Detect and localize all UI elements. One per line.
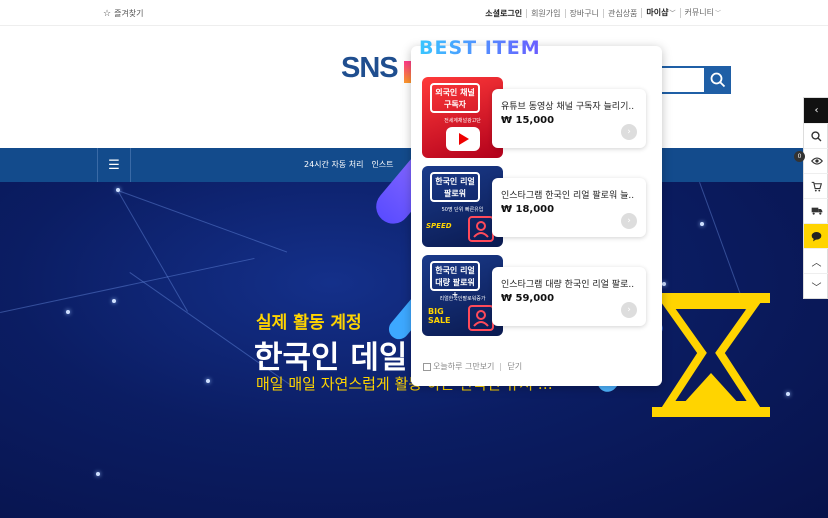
community-link[interactable]: 커뮤니티﹀	[679, 8, 725, 18]
hero-title: 한국인 데일	[254, 340, 408, 376]
bookmark-label: 즐겨찾기	[114, 9, 144, 18]
community-label: 커뮤니티	[684, 8, 714, 17]
star-dot	[206, 379, 210, 383]
recent-count-badge: 0	[794, 151, 805, 162]
quickbar-scroll-bottom[interactable]: ﹀	[804, 273, 828, 298]
hide-today-label[interactable]: 오늘하루 그만보기	[433, 361, 494, 372]
quickbar-recent[interactable]: 0	[794, 148, 828, 173]
cart-icon	[811, 181, 822, 192]
product-price: ₩ 18,000	[501, 204, 555, 215]
top-utility-bar: ☆ 즐겨찾기 소셜로그인 회원가입 장바구니 관심상품 마이샵﹀ 커뮤니티﹀	[0, 0, 828, 26]
network-line	[0, 257, 255, 313]
speed-badge: SPEED	[426, 222, 452, 230]
product-name[interactable]: 인스타그램 대량 한국인 리얼 팔로..	[501, 277, 634, 290]
product-name[interactable]: 유튜브 동영상 채널 구독자 늘리기..	[501, 99, 634, 112]
quickbar-chat[interactable]	[804, 223, 828, 248]
nav-link-insta[interactable]: 인스트	[371, 159, 393, 170]
quickbar-scroll-top[interactable]: ︿	[804, 248, 828, 273]
product-price: ₩ 15,000	[501, 115, 555, 126]
social-login-link[interactable]: 소셜로그인	[481, 9, 526, 18]
chevron-down-icon: ﹀	[714, 10, 721, 17]
product-thumbnail[interactable]: 한국인 리얼 대량 팔로워+ 리얼한국인팔로워증가 BIG SALE	[422, 255, 503, 336]
thumb-title: 한국인 리얼 대량 팔로워+	[430, 261, 480, 299]
quickbar-delivery[interactable]	[804, 198, 828, 223]
star-dot	[66, 310, 70, 314]
close-button[interactable]: 닫기	[507, 361, 522, 372]
chevron-left-icon: ‹	[814, 105, 819, 116]
network-line	[117, 190, 188, 312]
chevron-up-icon: ︿	[811, 257, 822, 269]
chevron-right-icon[interactable]: ›	[621, 213, 637, 229]
thumb-subtitle: 리얼한국인팔로워증가	[439, 296, 486, 302]
category-menu-button[interactable]: ☰	[97, 148, 131, 182]
star-dot	[112, 299, 116, 303]
product-name[interactable]: 인스타그램 한국인 리얼 팔로워 늘..	[501, 188, 634, 201]
quickbar-search[interactable]	[804, 123, 828, 148]
product-thumbnail[interactable]: 외국인 채널 구독자 전세계채널광고단	[422, 77, 503, 158]
network-line	[117, 190, 288, 253]
site-logo[interactable]: SNS	[341, 52, 399, 85]
hero-subtitle: 실제 활동 계정	[256, 313, 362, 333]
hourglass-icon	[652, 293, 770, 417]
product-price: ₩ 59,000	[501, 293, 555, 304]
profile-icon	[468, 216, 494, 242]
popup-footer: 오늘하루 그만보기 닫기	[423, 361, 522, 372]
thumb-title: 한국인 리얼 팔로워	[430, 172, 480, 202]
star-dot	[700, 222, 704, 226]
wishlist-link[interactable]: 관심상품	[602, 8, 641, 18]
hide-today-checkbox[interactable]	[423, 362, 431, 371]
quickbar-toggle[interactable]: ‹	[804, 98, 828, 123]
big-sale-badge: BIG SALE	[428, 307, 451, 325]
nav-link-auto[interactable]: 24시간 자동 처리	[304, 159, 363, 170]
cart-link[interactable]: 장바구니	[564, 8, 603, 18]
thumb-subtitle: 50명 단위 빠른유입	[441, 207, 484, 213]
star-icon: ☆	[103, 8, 112, 19]
search-icon	[811, 130, 822, 141]
join-link[interactable]: 회원가입	[526, 8, 564, 18]
thumb-title: 외국인 채널 구독자	[430, 83, 480, 113]
chevron-down-icon: ﹀	[669, 10, 676, 17]
chevron-right-icon[interactable]: ›	[621, 124, 637, 140]
quick-sidebar: ‹ 0 ︿ ﹀	[794, 97, 828, 299]
star-dot	[662, 282, 666, 286]
product-info-card[interactable]: 인스타그램 한국인 리얼 팔로워 늘.. ₩ 18,000 ›	[492, 178, 646, 237]
product-info-card[interactable]: 인스타그램 대량 한국인 리얼 팔로.. ₩ 59,000 ›	[492, 267, 646, 326]
chevron-right-icon[interactable]: ›	[621, 302, 637, 318]
best-item-card[interactable]: 한국인 리얼 대량 팔로워+ 리얼한국인팔로워증가 BIG SALE 인스타그램 …	[422, 255, 646, 337]
myshop-link[interactable]: 마이샵﹀	[641, 8, 679, 18]
divider	[500, 362, 502, 371]
product-info-card[interactable]: 유튜브 동영상 채널 구독자 늘리기.. ₩ 15,000 ›	[492, 89, 646, 148]
eye-icon	[810, 157, 823, 165]
nav-links: 24시간 자동 처리 인스트	[304, 159, 394, 170]
search-icon	[710, 72, 725, 88]
star-dot	[786, 392, 790, 396]
bookmark-link[interactable]: ☆ 즐겨찾기	[103, 8, 144, 19]
thumb-subtitle: 전세계채널광고단	[444, 118, 481, 124]
myshop-label: 마이샵	[646, 8, 669, 17]
chevron-down-icon: ﹀	[811, 282, 822, 294]
search-button[interactable]	[704, 66, 731, 94]
truck-icon	[811, 207, 822, 215]
profile-icon	[468, 305, 494, 331]
best-item-card[interactable]: 외국인 채널 구독자 전세계채널광고단 유튜브 동영상 채널 구독자 늘리기..…	[422, 77, 646, 159]
star-dot	[116, 188, 120, 192]
product-thumbnail[interactable]: 한국인 리얼 팔로워 50명 단위 빠른유입 SPEED	[422, 166, 503, 247]
chat-icon	[811, 231, 822, 241]
popup-title: BEST ITEM	[419, 37, 541, 59]
hamburger-icon: ☰	[108, 157, 120, 173]
best-item-card[interactable]: 한국인 리얼 팔로워 50명 단위 빠른유입 SPEED 인스타그램 한국인 리…	[422, 166, 646, 248]
quickbar-cart[interactable]	[804, 173, 828, 198]
star-dot	[96, 472, 100, 476]
youtube-icon	[446, 127, 480, 151]
util-menu: 소셜로그인 회원가입 장바구니 관심상품 마이샵﹀ 커뮤니티﹀	[481, 8, 725, 18]
